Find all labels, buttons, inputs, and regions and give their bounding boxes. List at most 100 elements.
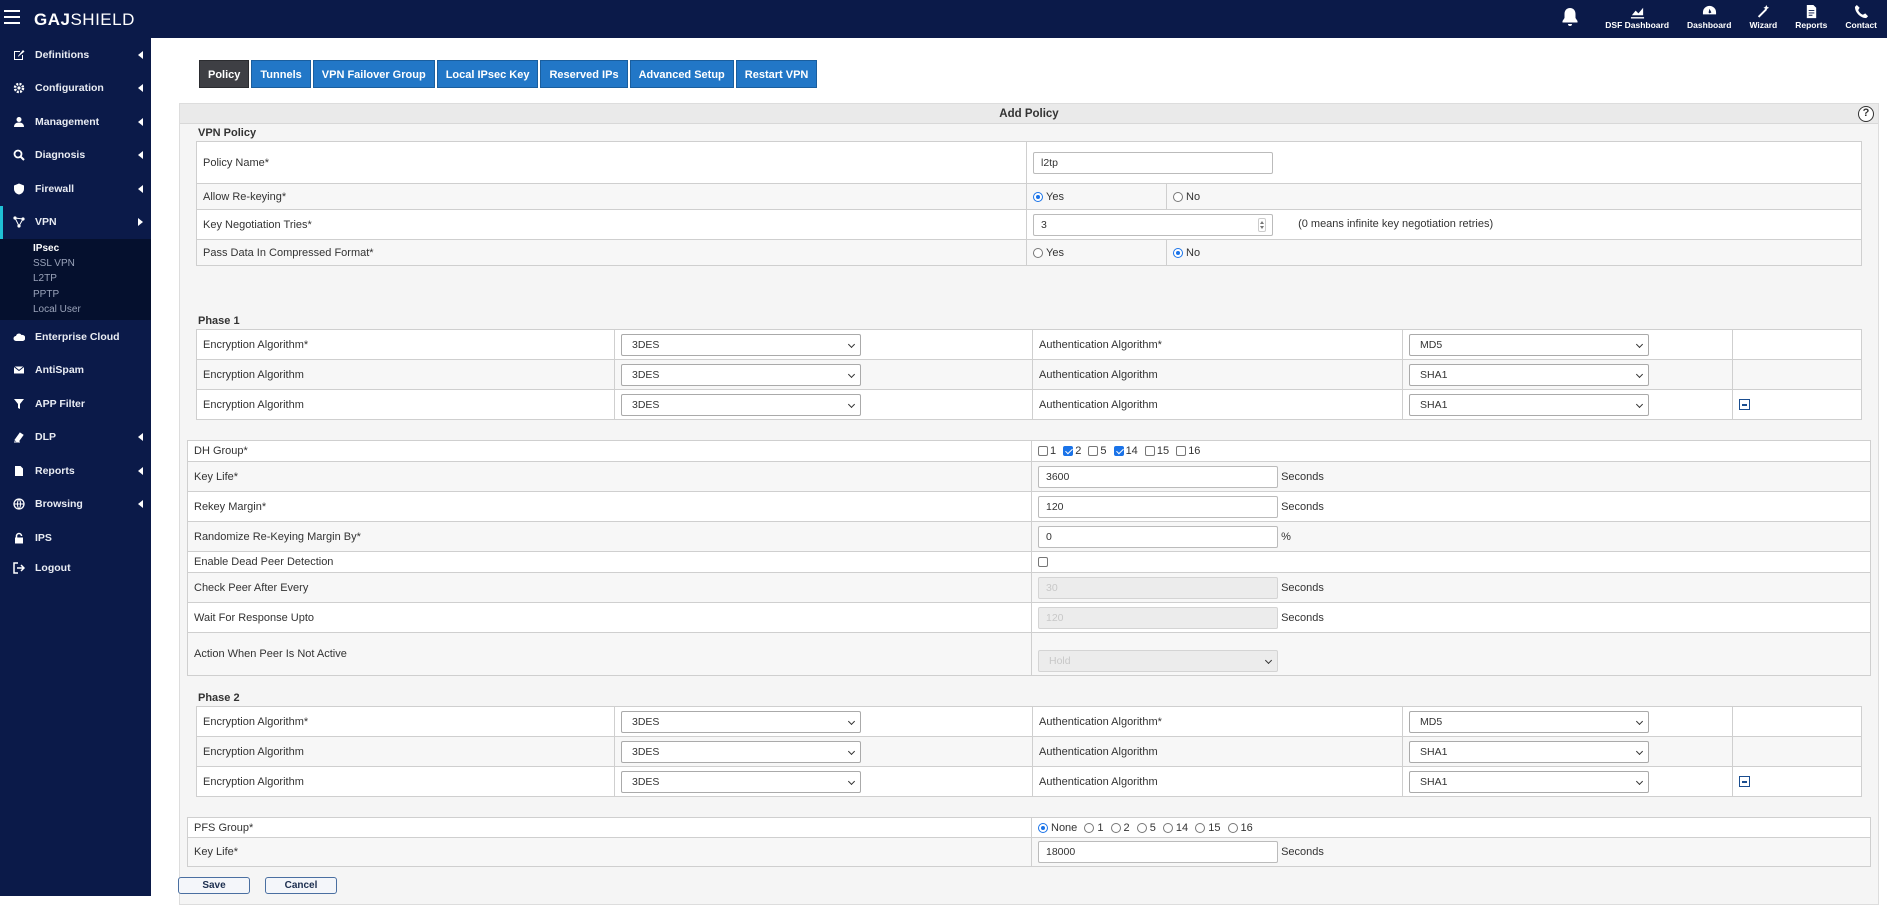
submenu-pptp[interactable]: PPTP: [33, 287, 151, 302]
logout-icon: [13, 562, 25, 574]
remove-row-icon[interactable]: [1739, 776, 1750, 787]
peer-action-select[interactable]: Hold: [1038, 650, 1278, 672]
wizard-link[interactable]: Wizard: [1749, 4, 1777, 30]
tab-restart-vpn[interactable]: Restart VPN: [736, 60, 818, 88]
reports-link[interactable]: Reports: [1795, 4, 1827, 30]
p2-enc-select[interactable]: 3DES: [621, 711, 861, 733]
compress-yes-radio[interactable]: [1033, 248, 1043, 258]
tab-advanced-setup[interactable]: Advanced Setup: [630, 60, 734, 88]
submenu-ipsec[interactable]: IPsec: [33, 241, 151, 256]
sidebar-item-enterprise-cloud[interactable]: Enterprise Cloud: [0, 320, 151, 354]
sidebar-item-dlp[interactable]: DLP: [0, 420, 151, 454]
policy-name-label: Policy Name*: [197, 142, 1027, 184]
bell-icon[interactable]: [1561, 7, 1579, 27]
tries-input[interactable]: 3: [1033, 214, 1273, 236]
sidebar-item-reports[interactable]: Reports: [0, 454, 151, 488]
p2-enc-select[interactable]: 3DES: [621, 771, 861, 793]
top-nav: DSF Dashboard Dashboard Wizard Reports C…: [1561, 4, 1877, 30]
menu-icon[interactable]: [4, 10, 20, 24]
lock-icon: [13, 532, 25, 544]
tab-policy[interactable]: Policy: [199, 60, 249, 88]
help-icon[interactable]: ?: [1858, 106, 1874, 122]
rekey-no-radio[interactable]: [1173, 192, 1183, 202]
pfs-2-radio[interactable]: [1111, 823, 1121, 833]
pfs-16-radio[interactable]: [1228, 823, 1238, 833]
seconds-unit: Seconds: [1281, 581, 1324, 593]
dh-16-checkbox[interactable]: [1176, 446, 1186, 456]
tab-tunnels[interactable]: Tunnels: [251, 60, 310, 88]
tab-reserved-ips[interactable]: Reserved IPs: [540, 60, 627, 88]
mail-icon: [13, 364, 25, 376]
dlp-icon: [13, 431, 25, 443]
sidebar-item-configuration[interactable]: Configuration: [0, 72, 151, 106]
dh-15-checkbox[interactable]: [1145, 446, 1155, 456]
submenu-l2tp[interactable]: L2TP: [33, 271, 151, 286]
report-icon: [13, 465, 25, 477]
pfs-none-radio[interactable]: [1038, 823, 1048, 833]
p1-enc-select[interactable]: 3DES: [621, 334, 861, 356]
p1-enc-select[interactable]: 3DES: [621, 394, 861, 416]
pfs-15-radio[interactable]: [1195, 823, 1205, 833]
sidebar-item-vpn[interactable]: VPN: [0, 206, 151, 240]
sidebar-item-firewall[interactable]: Firewall: [0, 172, 151, 206]
dsf-dashboard-link[interactable]: DSF Dashboard: [1605, 4, 1669, 30]
p1-auth-select[interactable]: MD5: [1409, 334, 1649, 356]
p1-auth-select[interactable]: SHA1: [1409, 394, 1649, 416]
sidebar-item-definitions[interactable]: Definitions: [0, 38, 151, 72]
p1-enc-label: Encryption Algorithm*: [197, 330, 615, 360]
cancel-button[interactable]: Cancel: [265, 877, 337, 894]
check-peer-label: Check Peer After Every: [188, 573, 1032, 603]
dh-5-checkbox[interactable]: [1088, 446, 1098, 456]
sidebar-item-management[interactable]: Management: [0, 105, 151, 139]
tab-local-ipsec-key[interactable]: Local IPsec Key: [437, 60, 539, 88]
p2-enc-label: Encryption Algorithm*: [197, 707, 615, 737]
dh-1-checkbox[interactable]: [1038, 446, 1048, 456]
pfs-key-life-input[interactable]: 18000: [1038, 841, 1278, 863]
p2-enc-select[interactable]: 3DES: [621, 741, 861, 763]
key-life-input[interactable]: 3600: [1038, 466, 1278, 488]
dpd-checkbox[interactable]: [1038, 557, 1048, 567]
sidebar-item-browsing[interactable]: Browsing: [0, 487, 151, 521]
p1-auth-select[interactable]: SHA1: [1409, 364, 1649, 386]
seconds-unit: Seconds: [1281, 500, 1324, 512]
sidebar-item-diagnosis[interactable]: Diagnosis: [0, 139, 151, 173]
wait-response-input[interactable]: 120: [1038, 607, 1278, 629]
p2-auth-label: Authentication Algorithm: [1033, 767, 1403, 797]
policy-name-input[interactable]: l2tp: [1033, 152, 1273, 174]
pfs-14-radio[interactable]: [1163, 823, 1173, 833]
seconds-unit: Seconds: [1281, 611, 1324, 623]
check-peer-input[interactable]: 30: [1038, 577, 1278, 599]
dh-14-checkbox[interactable]: [1114, 446, 1124, 456]
p1-auth-label: Authentication Algorithm*: [1033, 330, 1403, 360]
save-button[interactable]: Save: [178, 877, 250, 894]
p2-auth-select[interactable]: MD5: [1409, 711, 1649, 733]
submenu-ssl-vpn[interactable]: SSL VPN: [33, 256, 151, 271]
pfs-1-radio[interactable]: [1084, 823, 1094, 833]
p1-enc-select[interactable]: 3DES: [621, 364, 861, 386]
submenu-local-user[interactable]: Local User: [33, 302, 151, 317]
dh-2-checkbox[interactable]: [1063, 446, 1073, 456]
p2-auth-select[interactable]: SHA1: [1409, 771, 1649, 793]
sidebar-item-ips[interactable]: IPS: [0, 521, 151, 555]
edit-icon: [13, 49, 25, 61]
contact-link[interactable]: Contact: [1845, 4, 1877, 30]
pfs-5-radio[interactable]: [1137, 823, 1147, 833]
gauge-icon: [1702, 4, 1717, 19]
spinner-icon[interactable]: [1258, 218, 1266, 232]
key-life-label: Key Life*: [188, 462, 1032, 492]
user-icon: [13, 116, 25, 128]
dashboard-link[interactable]: Dashboard: [1687, 4, 1731, 30]
rekey-yes-radio[interactable]: [1033, 192, 1043, 202]
tab-vpn-failover-group[interactable]: VPN Failover Group: [313, 60, 435, 88]
sidebar-item-logout[interactable]: Logout: [0, 554, 151, 582]
compress-no-radio[interactable]: [1173, 248, 1183, 258]
p2-auth-select[interactable]: SHA1: [1409, 741, 1649, 763]
dpd-label: Enable Dead Peer Detection: [188, 552, 1032, 573]
phase2-title: Phase 2: [198, 692, 240, 704]
randomize-input[interactable]: 0: [1038, 526, 1278, 548]
rekey-margin-input[interactable]: 120: [1038, 496, 1278, 518]
sidebar-item-app-filter[interactable]: APP Filter: [0, 387, 151, 421]
dh-group-label: DH Group*: [188, 441, 1032, 462]
remove-row-icon[interactable]: [1739, 399, 1750, 410]
sidebar-item-antispam[interactable]: AntiSpam: [0, 353, 151, 387]
